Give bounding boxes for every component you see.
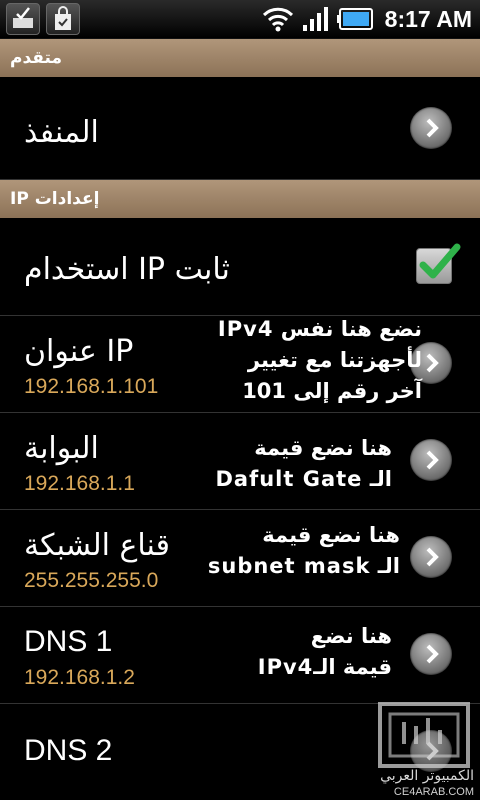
usb-debug-icon[interactable] xyxy=(6,3,40,35)
static-ip-checkbox[interactable] xyxy=(416,243,461,284)
list-item-gateway[interactable]: البوابة 192.168.1.1 هنا نضع قيمة الـ Daf… xyxy=(0,413,480,510)
list-item-netmask[interactable]: قناع الشبكة 255.255.255.0 هنا نضع قيمة ا… xyxy=(0,510,480,607)
gateway-annotation: هنا نضع قيمة الـ Dafult Gate xyxy=(215,433,392,495)
ip-address-label: عنوان IP xyxy=(24,334,134,369)
clock: 8:17 AM xyxy=(384,5,472,32)
dns1-label: DNS 1 xyxy=(24,625,113,658)
chevron-right-icon[interactable] xyxy=(410,107,452,149)
section-header-label: متقدم xyxy=(10,48,62,68)
wifi-icon xyxy=(262,7,293,32)
chevron-right-icon[interactable] xyxy=(410,633,452,675)
annotation-line: لأجهزتنا مع تغيير xyxy=(247,348,422,372)
annotation-line: هنا نضع قيمة xyxy=(262,523,400,547)
chevron-right-icon[interactable] xyxy=(410,439,452,481)
gateway-value: 192.168.1.1 xyxy=(24,472,135,495)
netmask-value: 255.255.255.0 xyxy=(24,569,159,592)
netmask-annotation: هنا نضع قيمة الـ subnet mask xyxy=(208,520,400,582)
section-header-advanced: متقدم xyxy=(0,39,480,77)
annotation-line: نضع هنا نفس IPv4 xyxy=(217,317,422,341)
dns2-label: DNS 2 xyxy=(24,734,113,767)
annotation-line: هنا نضع xyxy=(310,624,392,648)
dns-annotation: هنا نضع قيمة الـIPv4 xyxy=(258,621,392,683)
notification-icons xyxy=(6,3,80,35)
netmask-label: قناع الشبكة xyxy=(24,528,170,563)
list-item-dns1[interactable]: DNS 1 192.168.1.2 هنا نضع قيمة الـIPv4 xyxy=(0,607,480,704)
dns1-value: 192.168.1.2 xyxy=(24,666,135,689)
ip-address-value: 192.168.1.101 xyxy=(24,375,159,398)
watermark-url: CE4ARAB.COM xyxy=(393,786,474,798)
list-item-static-ip[interactable]: استخدام IP ثابت xyxy=(0,218,480,316)
watermark-name: الكمبيوتر العربي xyxy=(380,768,474,784)
status-bar: 8:17 AM xyxy=(0,0,480,39)
list-item-proxy[interactable]: المنفذ xyxy=(0,77,480,180)
ip-annotation: نضع هنا نفس IPv4 لأجهزتنا مع تغيير آخر ر… xyxy=(218,314,422,407)
gateway-label: البوابة xyxy=(24,431,99,466)
annotation-line: الـ Dafult Gate xyxy=(215,467,392,491)
proxy-label: المنفذ xyxy=(24,115,99,150)
section-header-label: إعدادات IP xyxy=(10,189,100,209)
battery-icon xyxy=(336,8,373,30)
signal-icon xyxy=(302,7,328,31)
section-header-ip-settings: إعدادات IP xyxy=(0,180,480,218)
chevron-right-icon[interactable] xyxy=(410,536,452,578)
annotation-line: هنا نضع قيمة xyxy=(254,436,392,460)
system-icons: 8:17 AM xyxy=(261,0,472,38)
list-item-ip-address[interactable]: عنوان IP 192.168.1.101 نضع هنا نفس IPv4 … xyxy=(0,316,480,413)
annotation-line: قيمة الـIPv4 xyxy=(257,655,392,679)
checkmark-icon xyxy=(419,243,461,279)
annotation-line: الـ subnet mask xyxy=(207,554,400,578)
static-ip-label: استخدام IP ثابت xyxy=(24,252,230,287)
market-bag-icon[interactable] xyxy=(46,3,80,35)
annotation-line: آخر رقم إلى 101 xyxy=(242,379,422,403)
